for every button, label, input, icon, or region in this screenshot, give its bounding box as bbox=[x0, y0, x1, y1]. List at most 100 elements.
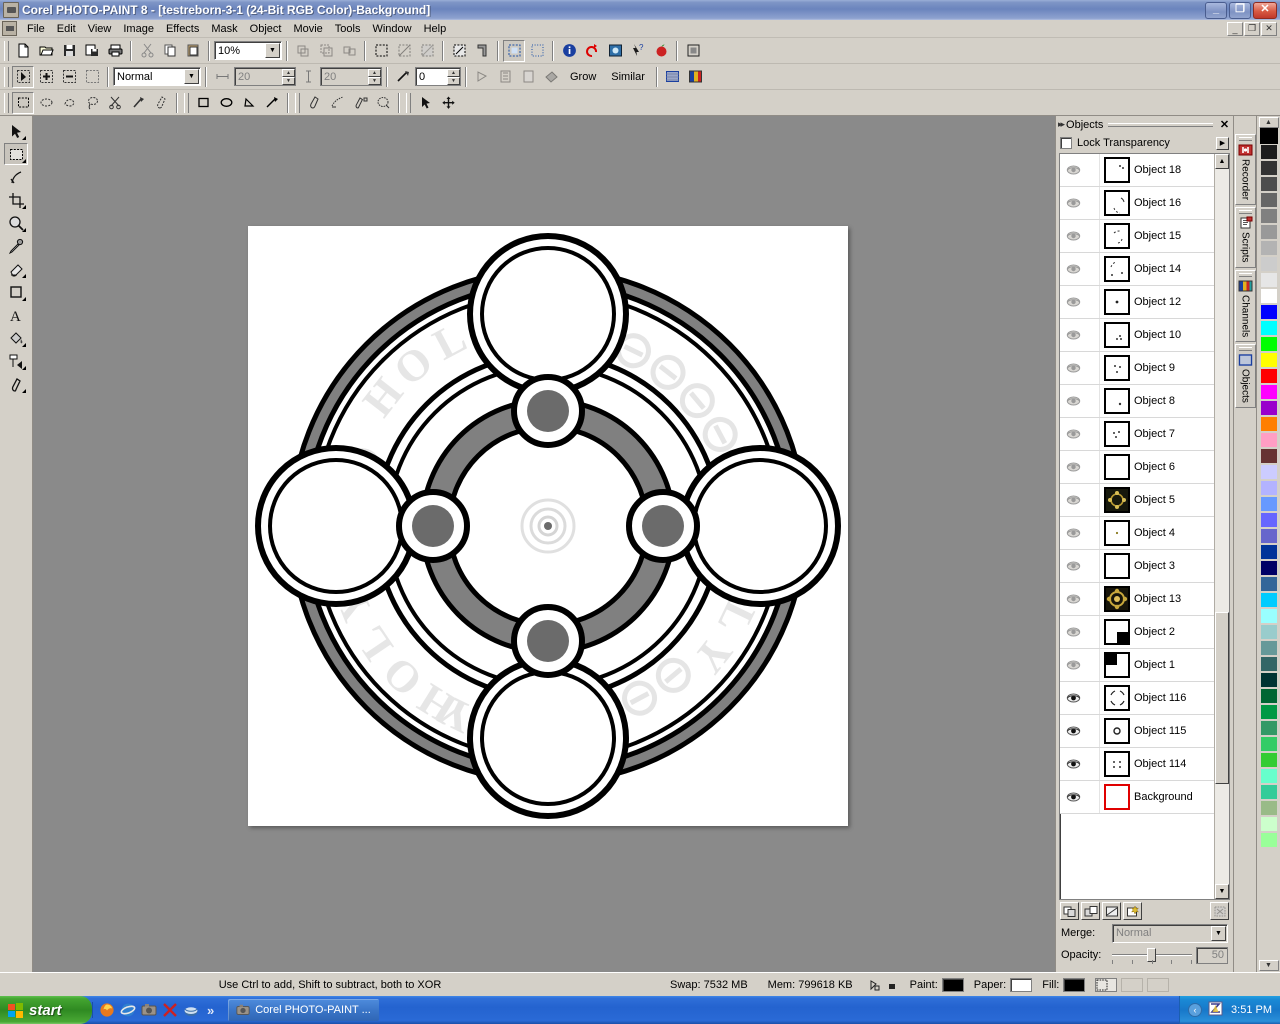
palette-swatch[interactable] bbox=[1259, 208, 1278, 224]
object-lock-cell[interactable] bbox=[1086, 484, 1100, 516]
ellipse-shape-icon[interactable] bbox=[215, 91, 237, 114]
mask-brush-icon[interactable] bbox=[150, 91, 172, 114]
object-thumbnail[interactable] bbox=[1104, 454, 1130, 480]
rectangle-mask-icon[interactable] bbox=[12, 91, 34, 114]
menu-mask[interactable]: Mask bbox=[205, 22, 243, 36]
mdi-restore-button[interactable]: ❐ bbox=[1244, 21, 1260, 36]
new-icon[interactable] bbox=[12, 39, 34, 62]
palette-swatch[interactable] bbox=[1259, 656, 1278, 672]
menu-movie[interactable]: Movie bbox=[287, 22, 328, 36]
object-lock-cell[interactable] bbox=[1086, 319, 1100, 351]
palette-swatch[interactable] bbox=[1259, 400, 1278, 416]
info-icon[interactable] bbox=[558, 39, 580, 62]
cut-icon[interactable] bbox=[136, 39, 158, 62]
palette-swatch[interactable] bbox=[1259, 752, 1278, 768]
undo-list-icon[interactable] bbox=[581, 39, 603, 62]
object-thumbnail[interactable] bbox=[1104, 355, 1130, 381]
object-list-item[interactable]: Object 1 bbox=[1060, 649, 1214, 682]
object-thumbnail[interactable] bbox=[1104, 652, 1130, 678]
normal-mask-mode-button[interactable] bbox=[12, 65, 34, 88]
object-list[interactable]: Object 18 Object 16 Object 15 Object 14 Obje… bbox=[1059, 153, 1230, 900]
object-visibility-toggle[interactable] bbox=[1060, 659, 1086, 671]
docker-flyout-button[interactable]: ▶ bbox=[1216, 136, 1229, 150]
object-list-item[interactable]: Object 7 bbox=[1060, 418, 1214, 451]
feather-input[interactable]: 0 ▲ ▼ bbox=[415, 67, 461, 86]
mask-height-input[interactable]: 20 ▲ ▼ bbox=[320, 67, 382, 86]
object-list-item[interactable]: Object 6 bbox=[1060, 451, 1214, 484]
menu-tools[interactable]: Tools bbox=[329, 22, 367, 36]
object-lock-cell[interactable] bbox=[1086, 418, 1100, 450]
object-visibility-toggle[interactable] bbox=[1060, 164, 1086, 176]
interactive-fill-tool[interactable] bbox=[4, 350, 28, 372]
object-thumbnail[interactable] bbox=[1104, 685, 1130, 711]
checkpoint-icon[interactable] bbox=[604, 39, 626, 62]
object-lock-cell[interactable] bbox=[1086, 550, 1100, 582]
object-name[interactable]: Object 115 bbox=[1134, 725, 1186, 737]
duplicate-icon[interactable] bbox=[292, 39, 314, 62]
close-button[interactable]: ✕ bbox=[1253, 1, 1277, 19]
path-edit-icon[interactable] bbox=[326, 91, 348, 114]
object-list-item[interactable]: Object 10 bbox=[1060, 319, 1214, 352]
object-name[interactable]: Background bbox=[1134, 791, 1193, 803]
object-list-scrollbar[interactable]: ▲ ▼ bbox=[1214, 154, 1229, 899]
object-name[interactable]: Object 3 bbox=[1134, 560, 1175, 572]
object-thumbnail[interactable] bbox=[1104, 289, 1130, 315]
object-name[interactable]: Object 15 bbox=[1134, 230, 1181, 242]
similar-button[interactable]: Similar bbox=[604, 71, 652, 83]
object-list-item[interactable]: Object 114 bbox=[1060, 748, 1214, 781]
document-icon[interactable] bbox=[2, 21, 17, 36]
flyout-arrow-icon[interactable] bbox=[22, 205, 26, 209]
pan-icon[interactable] bbox=[437, 91, 459, 114]
palette-swatch[interactable] bbox=[1259, 160, 1278, 176]
toolbar-grip[interactable] bbox=[4, 40, 9, 61]
palette-swatch[interactable] bbox=[1259, 608, 1278, 624]
docker-tab-objects[interactable]: Objects bbox=[1234, 343, 1256, 408]
object-name[interactable]: Object 4 bbox=[1134, 527, 1175, 539]
object-list-item[interactable]: Background bbox=[1060, 781, 1214, 814]
rectangle-shape-icon[interactable] bbox=[192, 91, 214, 114]
paste-icon[interactable] bbox=[182, 39, 204, 62]
toolbar-grip[interactable] bbox=[406, 92, 411, 113]
work-area[interactable]: H O L Y 3 H O L Y H O L Y 3 H bbox=[33, 116, 1055, 972]
freehand-mask-icon[interactable] bbox=[58, 91, 80, 114]
toolbar-grip[interactable] bbox=[184, 92, 189, 113]
object-thumbnail[interactable] bbox=[1104, 157, 1130, 183]
palette-swatch[interactable] bbox=[1259, 432, 1278, 448]
palette-swatch[interactable] bbox=[1259, 624, 1278, 640]
lock-transparency-checkbox[interactable] bbox=[1060, 137, 1072, 149]
object-thumbnail[interactable] bbox=[1104, 751, 1130, 777]
docker-tab-recorder[interactable]: Recorder bbox=[1234, 134, 1256, 206]
zoom-tool[interactable] bbox=[4, 212, 28, 234]
object-name[interactable]: Object 7 bbox=[1134, 428, 1175, 440]
flyout-arrow-icon[interactable] bbox=[22, 274, 26, 278]
new-object-button[interactable] bbox=[1060, 902, 1079, 920]
object-thumbnail[interactable] bbox=[1104, 553, 1130, 579]
palette-swatch[interactable] bbox=[1259, 384, 1278, 400]
mdi-close-button[interactable]: ✕ bbox=[1261, 21, 1277, 36]
menu-file[interactable]: File bbox=[21, 22, 51, 36]
mask-transform-button[interactable] bbox=[494, 65, 516, 88]
rectangle-tool[interactable] bbox=[4, 281, 28, 303]
path-node-icon[interactable] bbox=[303, 91, 325, 114]
object-lock-cell[interactable] bbox=[1086, 352, 1100, 384]
chevron-down-icon[interactable]: ▼ bbox=[1211, 925, 1226, 941]
duplicate-object-button[interactable] bbox=[1081, 902, 1100, 920]
save-as-icon[interactable] bbox=[81, 39, 103, 62]
palette-swatch[interactable] bbox=[1259, 512, 1278, 528]
palette-swatch[interactable] bbox=[1259, 288, 1278, 304]
object-to-mask-button[interactable] bbox=[1102, 902, 1121, 920]
palette-swatch[interactable] bbox=[1259, 240, 1278, 256]
palette-swatch[interactable] bbox=[1259, 672, 1278, 688]
image-canvas[interactable]: H O L Y 3 H O L Y H O L Y 3 H bbox=[248, 226, 848, 826]
palette-swatch[interactable] bbox=[1259, 176, 1278, 192]
object-name[interactable]: Object 12 bbox=[1134, 296, 1181, 308]
object-visibility-toggle[interactable] bbox=[1060, 560, 1086, 572]
object-lock-cell[interactable] bbox=[1086, 187, 1100, 219]
fill-swatch[interactable] bbox=[1063, 977, 1086, 992]
object-lock-cell[interactable] bbox=[1086, 385, 1100, 417]
eyedropper-tool[interactable] bbox=[4, 235, 28, 257]
mask-overlay-icon[interactable] bbox=[448, 39, 470, 62]
object-list-item[interactable]: Object 14 bbox=[1060, 253, 1214, 286]
object-list-item[interactable]: Object 18 bbox=[1060, 154, 1214, 187]
palette-swatch[interactable] bbox=[1259, 704, 1278, 720]
